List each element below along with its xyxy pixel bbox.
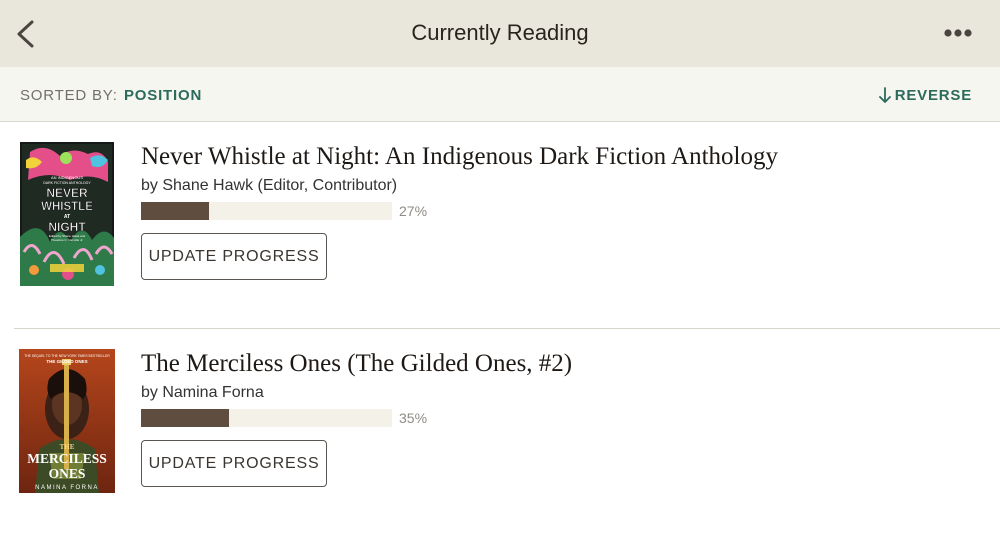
cover-text: Theodore C. Van Alst Jr. (51, 238, 83, 242)
cover-text: AN INDIGENOUS (51, 175, 83, 180)
book-item: THE SEQUEL TO THE NEW YORK TIMES BESTSEL… (0, 329, 1000, 534)
book-author[interactable]: by Shane Hawk (Editor, Contributor) (141, 177, 397, 195)
book-author[interactable]: by Namina Forna (141, 384, 264, 402)
sort-bar: SORTED BY: POSITION REVERSE (0, 67, 1000, 122)
book-item: AN INDIGENOUS DARK FICTION ANTHOLOGY NEV… (0, 122, 1000, 328)
sort-label: SORTED BY: (20, 87, 118, 104)
cover-text: THE GILDED ONES (46, 359, 87, 364)
book-title[interactable]: The Merciless Ones (The Gilded Ones, #2) (141, 350, 572, 378)
progress-fill (141, 409, 229, 427)
progress-percent: 35% (399, 410, 428, 426)
book-cover-image[interactable]: AN INDIGENOUS DARK FICTION ANTHOLOGY NEV… (20, 142, 114, 286)
update-progress-button[interactable]: UPDATE PROGRESS (141, 233, 327, 280)
more-dots-icon (944, 29, 972, 37)
update-progress-button[interactable]: UPDATE PROGRESS (141, 440, 327, 487)
cover-text: DARK FICTION ANTHOLOGY (43, 181, 91, 185)
cover-text: NIGHT (48, 220, 86, 234)
progress-percent: 27% (399, 203, 428, 219)
cover-text: THE (60, 443, 75, 451)
cover-text: ONES (49, 466, 86, 481)
more-options-button[interactable] (944, 24, 974, 42)
book-cover-image[interactable]: THE SEQUEL TO THE NEW YORK TIMES BESTSEL… (19, 349, 115, 493)
cover-text: MERCILESS (27, 451, 107, 466)
book-title[interactable]: Never Whistle at Night: An Indigenous Da… (141, 143, 778, 171)
progress-bar (141, 202, 392, 220)
cover-text: NAMINA FORNA (35, 485, 99, 491)
cover-text: WHISTLE (41, 201, 93, 213)
app-header: Currently Reading (0, 0, 1000, 67)
reverse-sort-button[interactable]: REVERSE (878, 85, 972, 105)
reverse-sort-label: REVERSE (894, 86, 972, 104)
page-title: Currently Reading (411, 20, 589, 45)
cover-text: NEVER (46, 186, 88, 200)
cover-text: THE SEQUEL TO THE NEW YORK TIMES BESTSEL… (24, 354, 110, 358)
sort-selector[interactable]: POSITION (124, 87, 202, 104)
arrow-down-icon (878, 87, 891, 103)
progress-fill (141, 202, 209, 220)
progress-bar (141, 409, 392, 427)
